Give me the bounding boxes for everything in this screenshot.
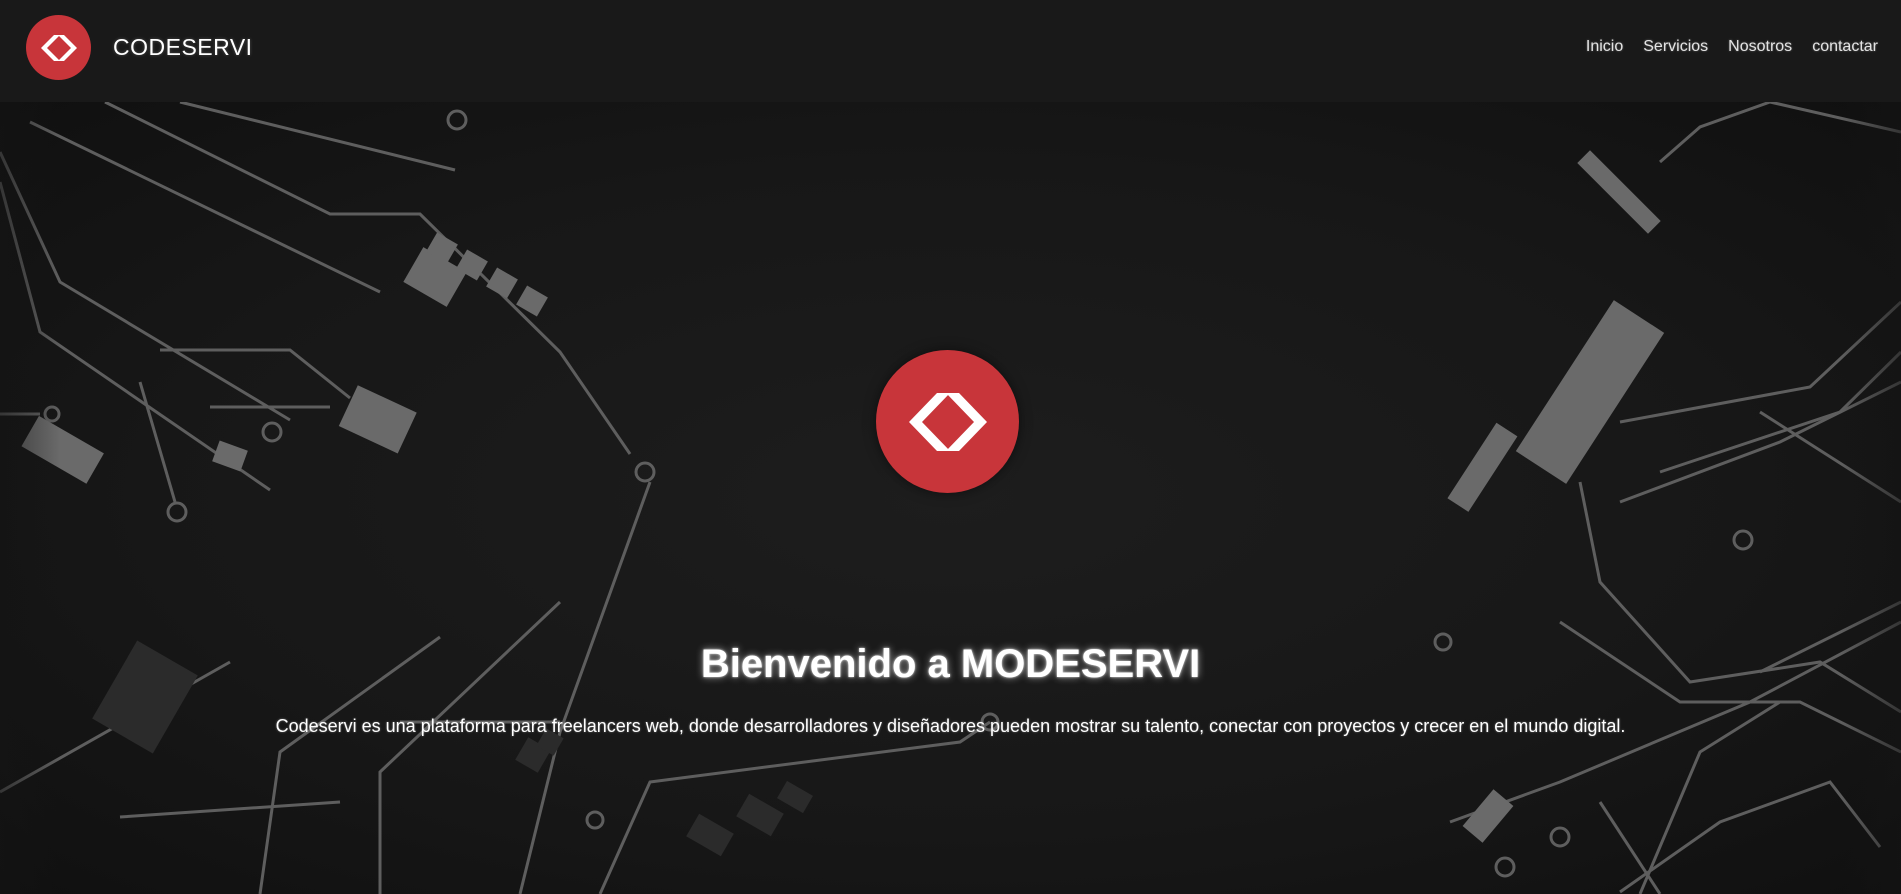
navbar: CODESERVI Inicio Servicios Nosotros cont… — [0, 0, 1901, 102]
hero-code-brackets-icon — [876, 350, 1019, 493]
nav-link-inicio[interactable]: Inicio — [1586, 38, 1623, 56]
main-nav: Inicio Servicios Nosotros contactar — [1566, 38, 1878, 56]
hero-section: Bienvenido a MODESERVI Codeservi es una … — [0, 102, 1901, 894]
brand-name[interactable]: CODESERVI — [113, 34, 253, 61]
circuit-background — [0, 102, 1901, 894]
hero-description: Codeservi es una plataforma para freelan… — [275, 716, 1626, 736]
nav-link-servicios[interactable]: Servicios — [1643, 38, 1708, 56]
nav-link-nosotros[interactable]: Nosotros — [1728, 38, 1792, 56]
code-brackets-icon[interactable] — [26, 15, 91, 80]
hero-title: Bienvenido a MODESERVI — [700, 642, 1201, 686]
nav-link-contactar[interactable]: contactar — [1812, 38, 1878, 56]
brand[interactable]: CODESERVI — [26, 15, 253, 80]
